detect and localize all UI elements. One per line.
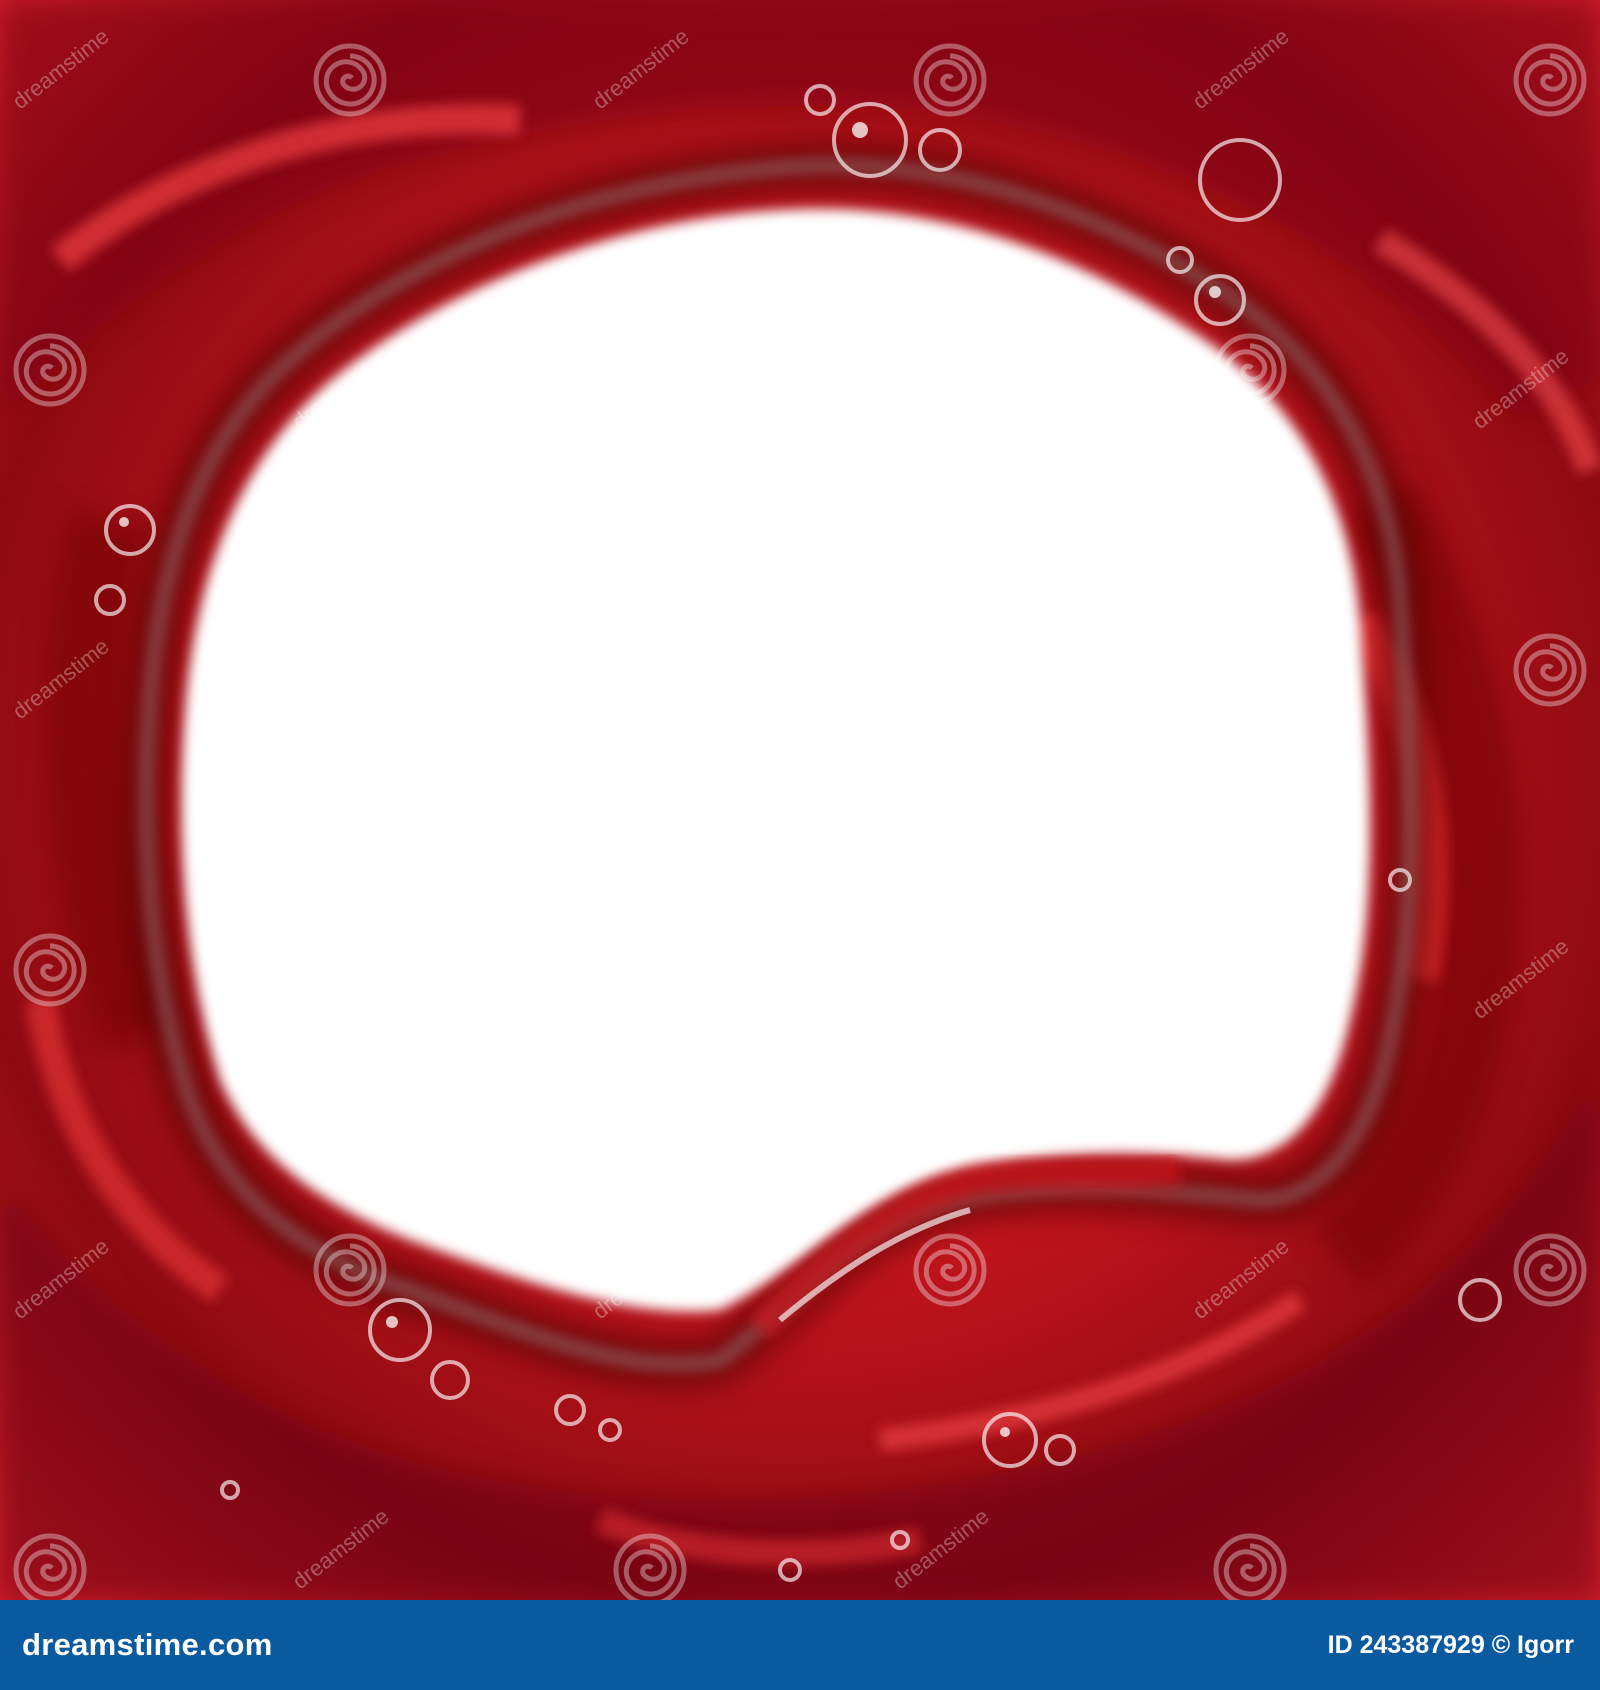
image-credit: ID 243387929 © Igorr — [1328, 1631, 1574, 1660]
site-logo[interactable]: dreamstime.com — [22, 1627, 273, 1663]
wine-splash-photo: dreamstime dreamstime dreamstime dreamst… — [0, 0, 1600, 1600]
image-id: ID 243387929 — [1327, 1630, 1485, 1659]
stock-footer-bar: dreamstime.com ID 243387929 © Igorr — [0, 1600, 1600, 1690]
image-author: © Igorr — [1491, 1630, 1574, 1659]
